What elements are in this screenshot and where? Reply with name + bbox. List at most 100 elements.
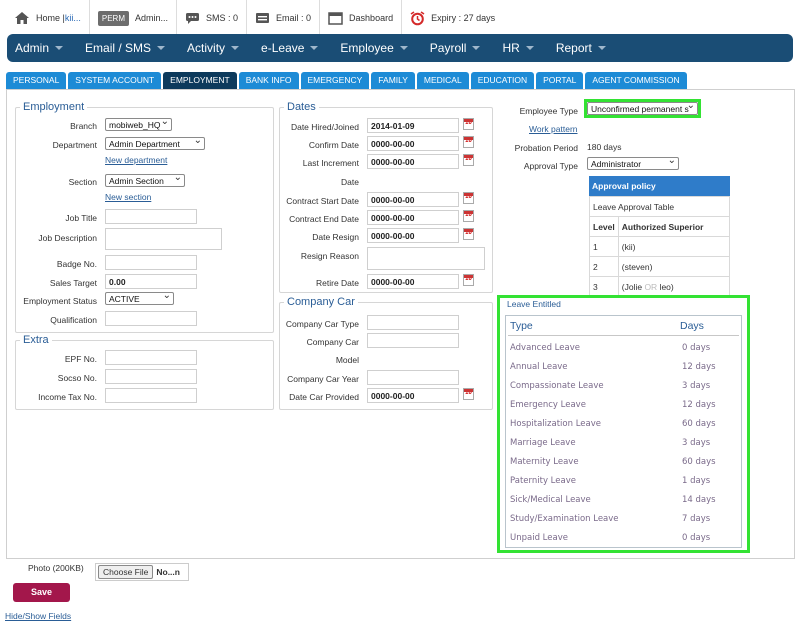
badge-input[interactable] bbox=[105, 255, 197, 270]
level-cell: 1 bbox=[589, 236, 619, 257]
new-section-link[interactable]: New section bbox=[105, 192, 151, 202]
sms-link[interactable]: SMS : 0 bbox=[177, 0, 248, 36]
date-hired-input[interactable]: 2014-01-09 bbox=[367, 118, 459, 133]
job-title-input[interactable] bbox=[105, 209, 197, 224]
employee-type-select[interactable]: Unconfirmed permanent s bbox=[587, 102, 698, 115]
nav-payroll[interactable]: Payroll bbox=[430, 41, 481, 55]
nav-activity[interactable]: Activity bbox=[187, 41, 240, 55]
calendar-icon[interactable]: 10 bbox=[463, 228, 474, 240]
leave-type: Compassionate Leave bbox=[510, 380, 604, 391]
approval-policy-header: Approval policy bbox=[589, 176, 730, 196]
qualification-input[interactable] bbox=[105, 311, 197, 326]
date-resign-input[interactable]: 0000-00-00 bbox=[367, 228, 459, 243]
tab-employment[interactable]: EMPLOYMENT bbox=[163, 72, 237, 89]
calendar-icon[interactable]: 10 bbox=[463, 388, 474, 400]
nav-e-leave[interactable]: e-Leave bbox=[261, 41, 319, 55]
extra-legend: Extra bbox=[23, 334, 49, 346]
admin-label: Admin... bbox=[135, 13, 169, 23]
table-row: 1 (kii) bbox=[589, 236, 731, 257]
sales-target-input[interactable]: 0.00 bbox=[105, 274, 197, 289]
approval-type-select[interactable]: Administrator bbox=[587, 157, 679, 170]
job-title-label: Job Title bbox=[65, 213, 97, 223]
tab-education[interactable]: EDUCATION bbox=[470, 72, 535, 89]
branch-select[interactable]: mobiweb_HQ bbox=[105, 118, 172, 131]
leave-type: Unpaid Leave bbox=[510, 532, 568, 543]
car-type-input[interactable] bbox=[367, 315, 459, 330]
car-year-input[interactable] bbox=[367, 370, 459, 385]
nav-employee[interactable]: Employee bbox=[340, 41, 408, 55]
nav-report[interactable]: Report bbox=[556, 41, 606, 55]
admin-menu[interactable]: PERM Admin... bbox=[90, 0, 178, 36]
calendar-icon[interactable]: 10 bbox=[463, 136, 474, 148]
save-button[interactable]: Save bbox=[13, 583, 70, 602]
income-tax-input[interactable] bbox=[105, 388, 197, 403]
leave-days: 0 days bbox=[682, 532, 711, 543]
alarm-clock-icon bbox=[410, 10, 425, 25]
home-user-link[interactable]: kii... bbox=[65, 13, 81, 23]
department-select[interactable]: Admin Department bbox=[105, 137, 205, 150]
probation-value: 180 days bbox=[587, 142, 622, 152]
email-icon bbox=[256, 13, 270, 23]
leave-type: Study/Examination Leave bbox=[510, 513, 619, 524]
calendar-icon[interactable]: 10 bbox=[463, 118, 474, 130]
tab-portal[interactable]: PORTAL bbox=[536, 72, 584, 89]
nav-admin[interactable]: Admin bbox=[15, 41, 64, 55]
new-department-link[interactable]: New department bbox=[105, 155, 167, 165]
resign-reason-label: Resign Reason bbox=[300, 251, 359, 261]
calendar-icon[interactable]: 10 bbox=[463, 154, 474, 166]
nav-email-sms[interactable]: Email / SMS bbox=[85, 41, 166, 55]
level-cell: 2 bbox=[589, 256, 619, 277]
nav-hr[interactable]: HR bbox=[502, 41, 534, 55]
perm-badge: PERM bbox=[97, 10, 129, 26]
tab-family[interactable]: FAMILY bbox=[371, 72, 415, 89]
tab-medical[interactable]: MEDICAL bbox=[416, 72, 469, 89]
dashboard-link[interactable]: Dashboard bbox=[320, 0, 403, 36]
calendar-icon[interactable]: 10 bbox=[463, 192, 474, 204]
job-description-textarea[interactable] bbox=[105, 228, 222, 250]
calendar-icon[interactable]: 10 bbox=[463, 210, 474, 222]
resign-reason-textarea[interactable] bbox=[367, 247, 485, 270]
choose-file-button[interactable]: Choose File bbox=[98, 565, 154, 579]
calendar-icon[interactable]: 10 bbox=[463, 274, 474, 286]
employment-status-select[interactable]: ACTIVE bbox=[105, 292, 174, 305]
approval-table: Leave Approval Table Level Authorized Sup… bbox=[589, 196, 731, 297]
table-row: Hospitalization Leave 60 days bbox=[506, 414, 741, 433]
leave-days: 1 days bbox=[682, 475, 711, 486]
contract-end-input[interactable]: 0000-00-00 bbox=[367, 210, 459, 225]
tab-emergency[interactable]: EMERGENCY bbox=[300, 72, 370, 89]
epf-input[interactable] bbox=[105, 350, 197, 365]
car-year-label: Company Car Year bbox=[287, 374, 359, 384]
table-row: Study/Examination Leave 7 days bbox=[506, 509, 741, 528]
last-increment-input[interactable]: 0000-00-00 bbox=[367, 154, 459, 169]
leave-type: Annual Leave bbox=[510, 361, 568, 372]
leave-type: Hospitalization Leave bbox=[510, 418, 601, 429]
section-select[interactable]: Admin Section bbox=[105, 174, 185, 187]
tab-personal[interactable]: PERSONAL bbox=[6, 72, 67, 89]
photo-file-input[interactable]: Choose File No...n bbox=[95, 563, 189, 581]
car-provided-input[interactable]: 0000-00-00 bbox=[367, 388, 459, 403]
confirm-date-input[interactable]: 0000-00-00 bbox=[367, 136, 459, 151]
probation-label: Probation Period bbox=[514, 143, 578, 153]
table-row: Sick/Medical Leave 14 days bbox=[506, 490, 741, 509]
employment-legend: Employment bbox=[23, 101, 85, 113]
date-hired-label: Date Hired/Joined bbox=[290, 122, 359, 132]
work-pattern-link[interactable]: Work pattern bbox=[529, 124, 578, 134]
retire-date-input[interactable]: 0000-00-00 bbox=[367, 274, 459, 289]
leave-days: 12 days bbox=[682, 361, 716, 372]
home-link[interactable]: Home |kii... bbox=[6, 0, 90, 36]
table-row: Unpaid Leave 0 days bbox=[506, 528, 741, 547]
car-model-input[interactable] bbox=[367, 333, 459, 348]
leave-type: Paternity Leave bbox=[510, 475, 576, 486]
approval-table-title: Leave Approval Table bbox=[589, 196, 730, 217]
socso-input[interactable] bbox=[105, 369, 197, 384]
department-label: Department bbox=[52, 140, 97, 150]
superior-cell: (steven) bbox=[617, 256, 731, 277]
email-link[interactable]: Email : 0 bbox=[247, 0, 321, 36]
contract-start-input[interactable]: 0000-00-00 bbox=[367, 192, 459, 207]
tab-system-account[interactable]: SYSTEM ACCOUNT bbox=[68, 72, 162, 89]
tab-agent-commission[interactable]: AGENT COMMISSION bbox=[585, 72, 687, 89]
days-header: Days bbox=[680, 319, 704, 332]
tab-bank-info[interactable]: BANK INFO bbox=[238, 72, 299, 89]
hide-show-fields-link[interactable]: Hide/Show Fields bbox=[5, 611, 71, 621]
table-row: Annual Leave 12 days bbox=[506, 357, 741, 376]
